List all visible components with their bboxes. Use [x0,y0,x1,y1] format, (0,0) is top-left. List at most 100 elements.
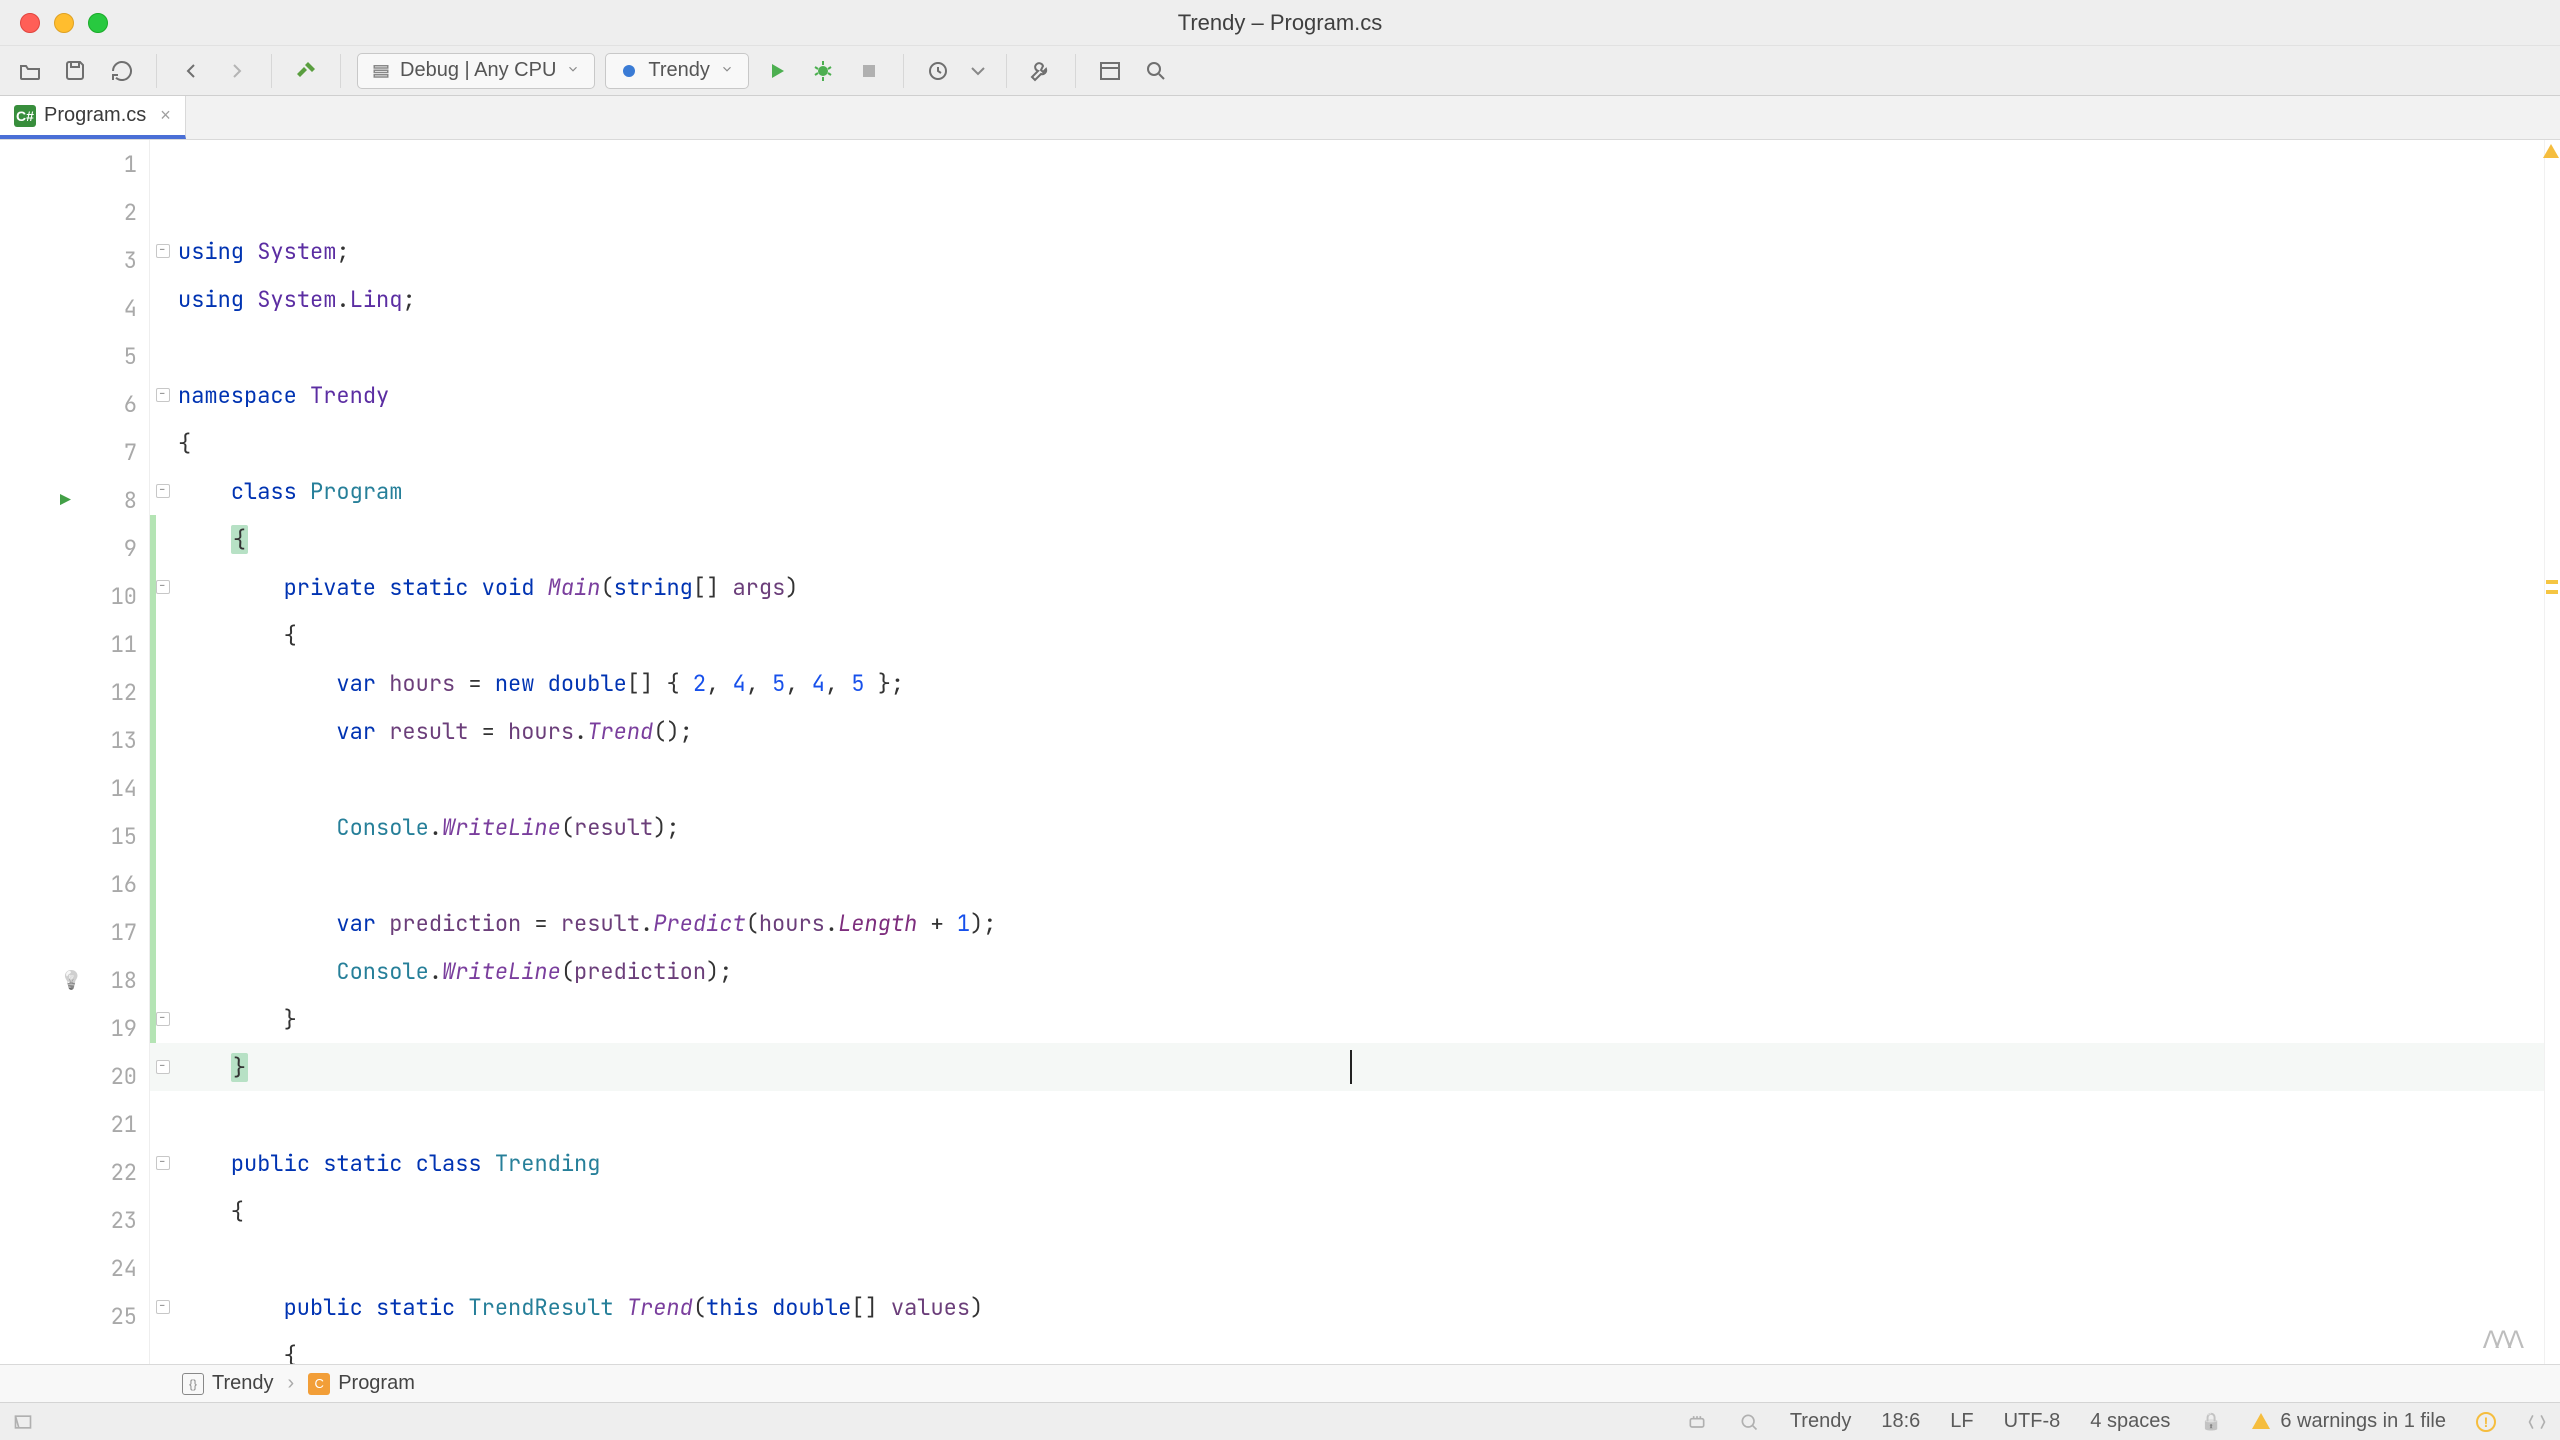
inspection-indicator-icon[interactable] [2543,144,2559,158]
configuration-selector[interactable]: Debug | Any CPU [357,53,595,89]
code-editor[interactable]: 12345678▶9101112131415161718💡19202122232… [0,140,2560,1364]
code-line[interactable]: { [150,1187,2544,1235]
code-line[interactable]: namespace Trendy [150,371,2544,419]
code-line[interactable] [150,755,2544,803]
code-line[interactable] [150,1091,2544,1139]
gutter-line[interactable]: 22 [0,1148,149,1196]
gutter-line[interactable]: 16 [0,860,149,908]
vcs-change-marker[interactable] [150,947,156,995]
gutter[interactable]: 12345678▶9101112131415161718💡19202122232… [0,140,150,1364]
gutter-line[interactable]: 10 [0,572,149,620]
code-line[interactable]: var hours = new double[] { 2, 4, 5, 4, 5… [150,659,2544,707]
fold-toggle-icon[interactable] [156,1012,170,1026]
gutter-line[interactable]: 11 [0,620,149,668]
gutter-line[interactable]: 1 [0,140,149,188]
open-button[interactable] [12,53,48,89]
code-line[interactable]: public static class Trending [150,1139,2544,1187]
vcs-change-marker[interactable] [150,515,156,563]
vcs-change-marker[interactable] [150,707,156,755]
code-line[interactable]: Console.WriteLine(prediction); [150,947,2544,995]
tools-button[interactable] [1023,53,1059,89]
code-line[interactable]: using System.Linq; [150,275,2544,323]
fold-toggle-icon[interactable] [156,580,170,594]
status-project[interactable]: Trendy [1790,1410,1852,1433]
code-line[interactable]: private static void Main(string[] args) [150,563,2544,611]
code-line[interactable]: class Program [150,467,2544,515]
gutter-line[interactable]: 6 [0,380,149,428]
gutter-line[interactable]: 21 [0,1100,149,1148]
gutter-line[interactable]: 9 [0,524,149,572]
vcs-change-marker[interactable] [150,851,156,899]
memory-indicator-icon[interactable] [1686,1411,1708,1433]
code-line[interactable] [150,1235,2544,1283]
gutter-line[interactable]: 14 [0,764,149,812]
status-indent[interactable]: 4 spaces [2090,1410,2170,1433]
fold-toggle-icon[interactable] [156,388,170,402]
fold-toggle-icon[interactable] [156,484,170,498]
ide-scripting-icon[interactable] [2526,1411,2548,1433]
profiler-button[interactable] [920,53,956,89]
gutter-line[interactable]: 8▶ [0,476,149,524]
vcs-change-marker[interactable] [150,755,156,803]
gutter-line[interactable]: 20 [0,1052,149,1100]
tool-window-toggle-icon[interactable] [12,1411,34,1433]
warning-marker[interactable] [2546,580,2558,584]
fold-toggle-icon[interactable] [156,1300,170,1314]
status-encoding[interactable]: UTF-8 [2004,1410,2061,1433]
build-button[interactable] [288,53,324,89]
profiler-dropdown[interactable] [966,53,990,89]
code-line[interactable]: var result = hours.Trend(); [150,707,2544,755]
search-everywhere-button[interactable] [1138,53,1174,89]
gutter-line[interactable]: 19 [0,1004,149,1052]
gutter-line[interactable]: 7 [0,428,149,476]
code-area[interactable]: ᐱᐱᐱ using System;using System.Linq; name… [150,140,2544,1364]
vcs-change-marker[interactable] [150,659,156,707]
code-line[interactable]: { [150,611,2544,659]
inspection-profile-icon[interactable] [1738,1411,1760,1433]
vcs-change-marker[interactable] [150,803,156,851]
fold-toggle-icon[interactable] [156,1060,170,1074]
breadcrumb-class[interactable]: C Program [308,1372,415,1395]
code-line[interactable]: using System; [150,227,2544,275]
nav-forward-button[interactable] [219,53,255,89]
gutter-line[interactable]: 17 [0,908,149,956]
analysis-status-icon[interactable]: ! [2476,1412,2496,1432]
code-line[interactable]: } [150,995,2544,1043]
layout-button[interactable] [1092,53,1128,89]
run-gutter-icon[interactable]: ▶ [60,489,71,512]
gutter-line[interactable]: 15 [0,812,149,860]
status-line-sep[interactable]: LF [1950,1410,1973,1433]
tab-program-cs[interactable]: C# Program.cs × [0,96,186,139]
breadcrumb-namespace[interactable]: Trendy [182,1372,274,1395]
code-line[interactable]: { [150,419,2544,467]
code-line[interactable]: } [150,1043,2544,1091]
gutter-line[interactable]: 4 [0,284,149,332]
stop-button[interactable] [851,53,887,89]
save-all-button[interactable] [58,53,94,89]
gutter-line[interactable]: 3 [0,236,149,284]
debug-button[interactable] [805,53,841,89]
gutter-line[interactable]: 25 [0,1292,149,1340]
gutter-line[interactable]: 23 [0,1196,149,1244]
run-target-selector[interactable]: Trendy [605,53,749,89]
code-line[interactable]: Console.WriteLine(result); [150,803,2544,851]
gutter-line[interactable]: 2 [0,188,149,236]
status-position[interactable]: 18:6 [1881,1410,1920,1433]
error-stripe[interactable] [2544,140,2560,1364]
gutter-line[interactable]: 12 [0,668,149,716]
close-tab-button[interactable]: × [160,105,171,126]
run-button[interactable] [759,53,795,89]
gutter-line[interactable]: 18💡 [0,956,149,1004]
code-line[interactable]: var prediction = result.Predict(hours.Le… [150,899,2544,947]
intention-bulb-icon[interactable]: 💡 [60,969,82,992]
gutter-line[interactable]: 24 [0,1244,149,1292]
code-line[interactable] [150,323,2544,371]
readonly-lock-icon[interactable] [2200,1411,2222,1433]
fold-toggle-icon[interactable] [156,244,170,258]
vcs-change-marker[interactable] [150,899,156,947]
gutter-line[interactable]: 13 [0,716,149,764]
warnings-widget[interactable]: 6 warnings in 1 file [2252,1410,2446,1433]
refresh-button[interactable] [104,53,140,89]
gutter-line[interactable]: 5 [0,332,149,380]
vcs-change-marker[interactable] [150,611,156,659]
